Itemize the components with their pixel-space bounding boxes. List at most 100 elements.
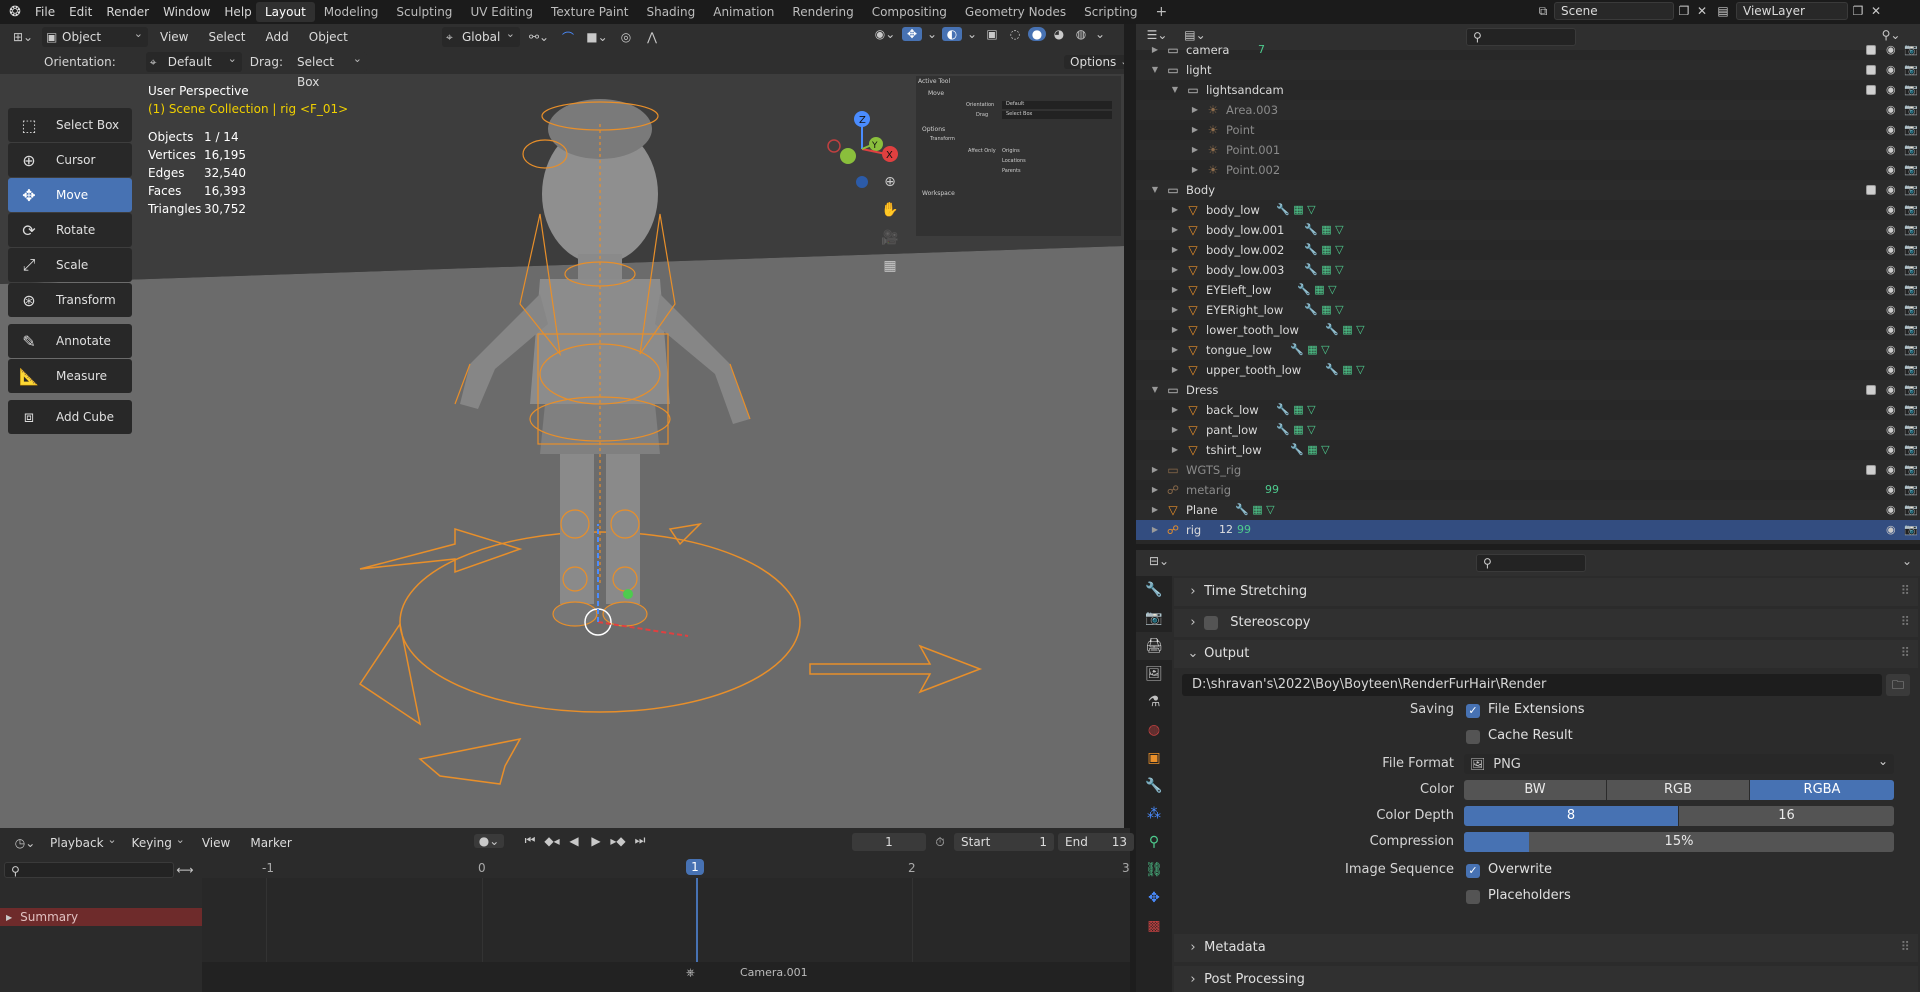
eye-icon[interactable]: ◉ [1886, 340, 1896, 360]
render-camera-icon[interactable]: 📷 [1904, 140, 1918, 160]
snap-target-icon[interactable]: ■⌄ [584, 30, 610, 44]
metadata-panel[interactable]: › Metadata ⠿ [1174, 934, 1918, 962]
render-camera-icon[interactable]: 📷 [1904, 180, 1918, 200]
outliner-item-label[interactable]: pant_low [1206, 420, 1258, 440]
modifier-icons[interactable]: 🔧 ▦ ▽ [1290, 340, 1330, 360]
outliner-item-label[interactable]: body_low [1206, 200, 1260, 220]
render-camera-icon[interactable]: 📷 [1904, 520, 1918, 540]
tab-sculpting[interactable]: Sculpting [387, 2, 461, 22]
collapse-arrow-icon[interactable]: ▼ [1150, 180, 1160, 200]
tab-compositing[interactable]: Compositing [863, 2, 956, 22]
tab-texture-paint[interactable]: Texture Paint [542, 2, 637, 22]
end-frame-field[interactable]: End 13 [1058, 833, 1134, 851]
eye-icon[interactable]: ◉ [1886, 460, 1896, 480]
eye-icon[interactable]: ◉ [1886, 280, 1896, 300]
outliner-row[interactable]: ▶ ☀ Area.003 ◉ 📷 [1136, 100, 1920, 120]
tab-uv-editing[interactable]: UV Editing [461, 2, 542, 22]
render-camera-icon[interactable]: 📷 [1904, 300, 1918, 320]
eye-icon[interactable]: ◉ [1886, 200, 1896, 220]
expand-arrow-icon[interactable]: ▶ [1170, 340, 1180, 360]
expand-arrow-icon[interactable]: ▶ [1150, 460, 1160, 480]
render-camera-icon[interactable]: 📷 [1904, 380, 1918, 400]
color-depth-8-button[interactable]: 8 [1464, 806, 1678, 826]
outliner-row[interactable]: ▶ ▽ EYEleft_low 🔧 ▦ ▽ ◉ 📷 [1136, 280, 1920, 300]
transform-orientation-dropdown[interactable]: ⌖ Global [442, 24, 520, 47]
tab-layout[interactable]: Layout [256, 2, 315, 22]
outliner-row[interactable]: ▶ ▽ tongue_low 🔧 ▦ ▽ ◉ 📷 [1136, 340, 1920, 360]
scene-tab-icon[interactable]: ⚗ [1136, 688, 1172, 716]
menu-window[interactable]: Window [156, 0, 217, 24]
mode-dropdown[interactable]: ▣ Object Mode [42, 24, 148, 64]
outliner-row[interactable]: ▶ ▽ pant_low 🔧 ▦ ▽ ◉ 📷 [1136, 420, 1920, 440]
menu-render[interactable]: Render [99, 0, 156, 24]
color-bw-button[interactable]: BW [1464, 780, 1606, 800]
collapse-arrow-icon[interactable]: ▼ [1170, 80, 1180, 100]
outliner-item-label[interactable]: EYERight_low [1206, 300, 1283, 320]
object-tab-icon[interactable]: ▣ [1136, 744, 1172, 772]
exclude-checkbox[interactable] [1866, 465, 1876, 475]
new-scene-icon[interactable]: ❐ [1674, 4, 1694, 18]
view-layer-icon[interactable]: ▤ [1710, 4, 1736, 18]
menu-view[interactable]: View [152, 27, 196, 47]
current-frame-field[interactable]: 1 [852, 833, 926, 851]
eye-icon[interactable]: ◉ [1886, 520, 1896, 540]
outliner-row[interactable]: ▶ ▭ WGTS_rig ◉ 📷 [1136, 460, 1920, 480]
menu-object[interactable]: Object [301, 27, 356, 47]
properties-search-input[interactable]: ⚲ [1476, 554, 1586, 572]
expand-arrow-icon[interactable]: ▶ [1170, 300, 1180, 320]
new-view-layer-icon[interactable]: ❐ [1848, 4, 1868, 18]
menu-file[interactable]: File [28, 0, 62, 24]
eye-icon[interactable]: ◉ [1886, 380, 1896, 400]
expand-arrow-icon[interactable]: ▶ [1170, 440, 1180, 460]
outliner-item-label[interactable]: lower_tooth_low [1206, 320, 1299, 340]
pivot-point-icon[interactable]: ⚯⌄ [526, 30, 552, 44]
outliner-item-label[interactable]: Area.003 [1226, 100, 1278, 120]
summary-channel[interactable]: ▶ Summary [0, 908, 202, 926]
outliner-row[interactable]: ▼ ▭ Body ◉ 📷 [1136, 180, 1920, 200]
material-shading-icon[interactable]: ◕ [1050, 27, 1068, 41]
eye-icon[interactable]: ◉ [1886, 40, 1896, 60]
eye-icon[interactable]: ◉ [1886, 420, 1896, 440]
outliner-row[interactable]: ▶ ☀ Point ◉ 📷 [1136, 120, 1920, 140]
stopwatch-icon[interactable]: ⏱ [930, 835, 950, 850]
eye-icon[interactable]: ◉ [1886, 400, 1896, 420]
expand-arrow-icon[interactable]: ▶ [1190, 120, 1200, 140]
stereoscopy-checkbox[interactable] [1204, 615, 1219, 630]
wireframe-shading-icon[interactable]: ◌ [1006, 27, 1024, 41]
exclude-checkbox[interactable] [1866, 65, 1876, 75]
menu-select[interactable]: Select [200, 27, 253, 47]
menu-help[interactable]: Help [217, 0, 258, 24]
scene-icon[interactable]: ⧉ [1532, 4, 1554, 19]
eye-icon[interactable]: ◉ [1886, 240, 1896, 260]
view-layer-tab-icon[interactable]: 🖼 [1136, 660, 1172, 688]
modifier-icons[interactable]: 🔧 ▦ ▽ [1304, 300, 1344, 320]
eye-icon[interactable]: ◉ [1886, 440, 1896, 460]
outliner-item-label[interactable]: Body [1186, 180, 1215, 200]
outliner-item-label[interactable]: Point.001 [1226, 140, 1280, 160]
expand-arrow-icon[interactable]: ▶ [1170, 320, 1180, 340]
outliner-item-label[interactable]: Dress [1186, 380, 1218, 400]
object-data-tab-icon[interactable]: ✥ [1136, 884, 1172, 912]
gizmo-toggle-icon[interactable]: ✥ [902, 27, 922, 41]
constraint-tab-icon[interactable]: ⛓ [1136, 856, 1172, 884]
render-camera-icon[interactable]: 📷 [1904, 280, 1918, 300]
expand-arrow-icon[interactable]: ▶ [1170, 400, 1180, 420]
render-camera-icon[interactable]: 📷 [1904, 160, 1918, 180]
exclude-checkbox[interactable] [1866, 45, 1876, 55]
outliner-item-label[interactable]: WGTS_rig [1186, 460, 1241, 480]
editor-type-icon[interactable]: ⊞⌄ [8, 30, 38, 44]
eye-icon[interactable]: ◉ [1886, 300, 1896, 320]
sidebar-n-panel[interactable]: Active Tool Move Orientation Default Dra… [916, 76, 1121, 236]
render-camera-icon[interactable]: 📷 [1904, 360, 1918, 380]
outliner-row[interactable]: ▶ ▭ camera 7 ◉ 📷 [1136, 40, 1920, 60]
drag-handle-icon[interactable]: ⠿ [1900, 578, 1910, 606]
render-camera-icon[interactable]: 📷 [1904, 260, 1918, 280]
world-tab-icon[interactable]: ◍ [1136, 716, 1172, 744]
tool-transform[interactable]: ⊛ Transform [8, 283, 132, 317]
folder-icon[interactable]: 🗀 [1886, 674, 1910, 696]
modifier-icons[interactable]: 🔧 ▦ ▽ [1276, 400, 1316, 420]
modifier-tab-icon[interactable]: 🔧 [1136, 772, 1172, 800]
rendered-shading-icon[interactable]: ◍ [1072, 27, 1090, 41]
cache-result-checkbox[interactable] [1466, 730, 1480, 744]
start-frame-field[interactable]: Start 1 [954, 833, 1054, 851]
